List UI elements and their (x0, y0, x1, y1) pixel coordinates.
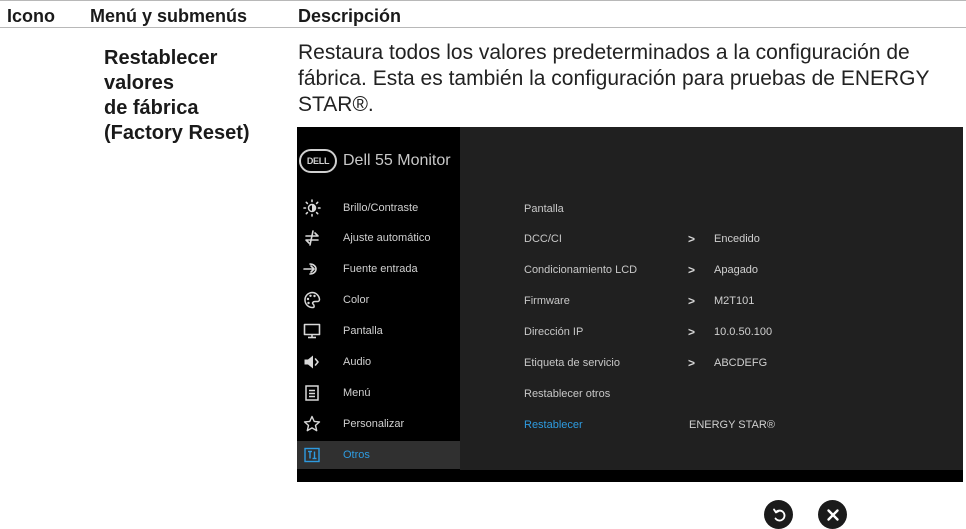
option-value: ABCDEFG (714, 357, 768, 369)
sidebar-item-label: Fuente entrada (343, 263, 418, 275)
close-button[interactable] (818, 500, 847, 529)
option-condicionamiento-lcd[interactable]: Condicionamiento LCD (524, 264, 637, 276)
table-header-rule (0, 27, 966, 28)
sidebar-item-fuente-entrada[interactable]: Fuente entrada (297, 255, 460, 283)
option-dcc-ci[interactable]: DCC/CI (524, 233, 562, 245)
table-top-rule (0, 0, 966, 1)
header-description-column: Descripción (298, 6, 402, 26)
brightness-icon (303, 199, 321, 217)
sidebar-item-label: Menú (343, 387, 371, 399)
back-icon (770, 506, 788, 524)
option-value: Apagado (714, 264, 759, 276)
option-restablecer-otros[interactable]: Restablecer otros (524, 388, 610, 400)
header-icon-column: Icono (7, 6, 55, 26)
option-value: Encedido (714, 233, 760, 245)
submenu-title-line: valores (104, 72, 175, 94)
palette-icon (303, 291, 321, 309)
option-value: M2T101 (714, 295, 755, 307)
submenu-title-line: (Factory Reset) (104, 122, 250, 144)
chevron-right-icon: > (688, 325, 696, 339)
chevron-right-icon: > (688, 232, 696, 246)
osd-model-title: Dell 55 Monitor (343, 152, 451, 169)
submenu-title-line: de fábrica (104, 97, 199, 119)
submenu-title: Restablecer valores de fábrica (Factory … (104, 46, 284, 146)
option-etiqueta-servicio[interactable]: Etiqueta de servicio (524, 357, 620, 369)
menu-doc-icon (303, 384, 321, 402)
sidebar-item-otros[interactable]: Otros (297, 441, 460, 469)
input-source-icon (303, 260, 321, 278)
sidebar-item-ajuste-automatico[interactable]: Ajuste automático (297, 224, 460, 252)
sidebar-item-label: Brillo/Contraste (343, 202, 419, 214)
sidebar-item-pantalla[interactable]: Pantalla (297, 317, 460, 345)
sidebar-item-menu[interactable]: Menú (297, 379, 460, 407)
sidebar-item-label: Pantalla (343, 325, 383, 337)
sidebar-item-label: Color (343, 294, 370, 306)
speaker-icon (303, 353, 321, 371)
sidebar-item-brillo-contraste[interactable]: Brillo/Contraste (297, 194, 460, 222)
sidebar-item-label: Audio (343, 356, 372, 368)
submenu-title-line: Restablecer (104, 47, 218, 69)
close-icon (824, 506, 842, 524)
option-pantalla[interactable]: Pantalla (524, 203, 564, 215)
osd-bottom-bar (460, 470, 963, 482)
back-button[interactable] (764, 500, 793, 529)
monitor-icon (303, 322, 321, 340)
chevron-right-icon: > (688, 294, 696, 308)
option-value-energy-star[interactable]: ENERGY STAR® (689, 419, 775, 431)
star-icon (303, 415, 321, 433)
sidebar-item-personalizar[interactable]: Personalizar (297, 410, 460, 438)
sidebar-item-label: Ajuste automático (343, 232, 431, 244)
option-firmware[interactable]: Firmware (524, 295, 570, 307)
header-menu-column: Menú y submenús (90, 6, 248, 26)
option-direccion-ip[interactable]: Dirección IP (524, 326, 583, 338)
dell-logo: DELL (299, 149, 337, 173)
chevron-right-icon: > (688, 356, 696, 370)
others-icon (303, 446, 321, 464)
chevron-right-icon: > (688, 263, 696, 277)
sidebar-item-audio[interactable]: Audio (297, 348, 460, 376)
sidebar-item-label: Personalizar (343, 418, 405, 430)
option-restablecer[interactable]: Restablecer (524, 419, 583, 431)
osd-menu-screenshot: DELL Dell 55 Monitor Brillo/Contraste Aj… (297, 127, 963, 482)
auto-adjust-icon (303, 229, 321, 247)
sidebar-item-color[interactable]: Color (297, 286, 460, 314)
sidebar-item-label: Otros (343, 449, 370, 461)
option-value: 10.0.50.100 (714, 326, 773, 338)
description-text: Restaura todos los valores predeterminad… (298, 41, 930, 116)
